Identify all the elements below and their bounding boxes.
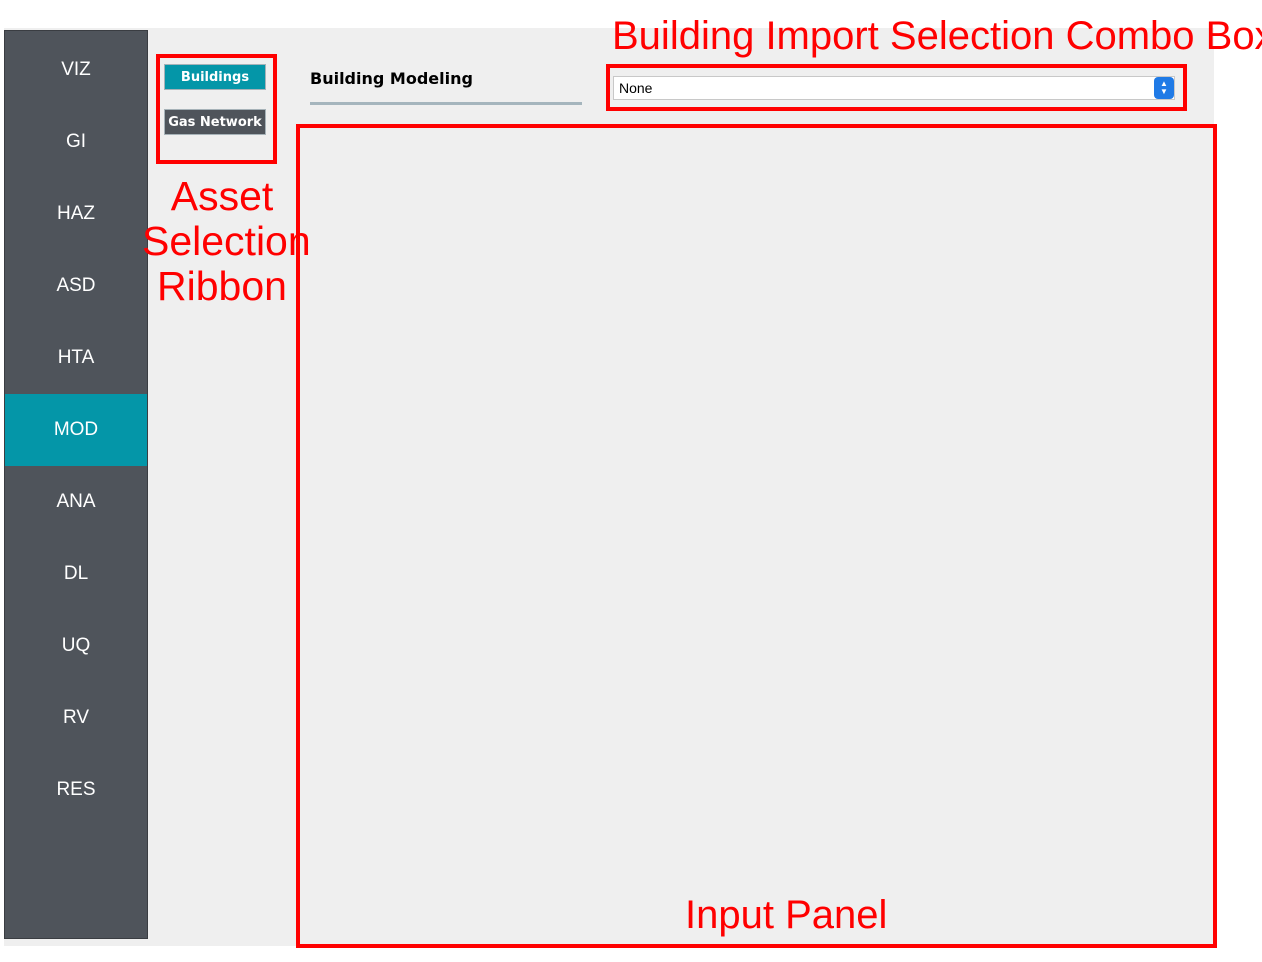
sidebar-item-viz[interactable]: VIZ [5, 34, 147, 106]
sidebar-item-label: DL [63, 563, 89, 584]
title-underline [310, 102, 582, 105]
sidebar-item-label: RES [56, 779, 96, 800]
sidebar-item-gi[interactable]: GI [5, 106, 147, 178]
sidebar: VIZ GI HAZ ASD HTA MOD ANA DL UQ RV RES [4, 30, 148, 939]
sidebar-item-label: HAZ [57, 203, 95, 224]
sidebar-item-uq[interactable]: UQ [5, 610, 147, 682]
sidebar-item-hta[interactable]: HTA [5, 322, 147, 394]
page-title: Building Modeling [310, 69, 473, 88]
sidebar-item-label: VIZ [61, 59, 91, 80]
annotation-input-panel: Input Panel [685, 893, 888, 937]
sidebar-item-label: RV [62, 707, 90, 728]
sidebar-item-haz[interactable]: HAZ [5, 178, 147, 250]
sidebar-item-ana[interactable]: ANA [5, 466, 147, 538]
sidebar-item-label: MOD [53, 419, 99, 440]
sidebar-item-mod[interactable]: MOD [5, 394, 147, 466]
combo-highlight-box [606, 64, 1187, 111]
sidebar-item-label: UQ [61, 635, 91, 656]
sidebar-item-label: ANA [56, 491, 96, 512]
annotation-combo-box: Building Import Selection Combo Box [612, 14, 1262, 58]
sidebar-item-res[interactable]: RES [5, 754, 147, 826]
input-panel [296, 124, 1217, 948]
sidebar-item-dl[interactable]: DL [5, 538, 147, 610]
sidebar-item-label: GI [65, 131, 87, 152]
sidebar-item-asd[interactable]: ASD [5, 250, 147, 322]
annotation-asset-ribbon: Asset Selection Ribbon [142, 173, 311, 309]
sidebar-item-label: HTA [57, 347, 95, 368]
sidebar-item-rv[interactable]: RV [5, 682, 147, 754]
sidebar-item-label: ASD [56, 275, 96, 296]
ribbon-highlight-box [156, 54, 277, 164]
